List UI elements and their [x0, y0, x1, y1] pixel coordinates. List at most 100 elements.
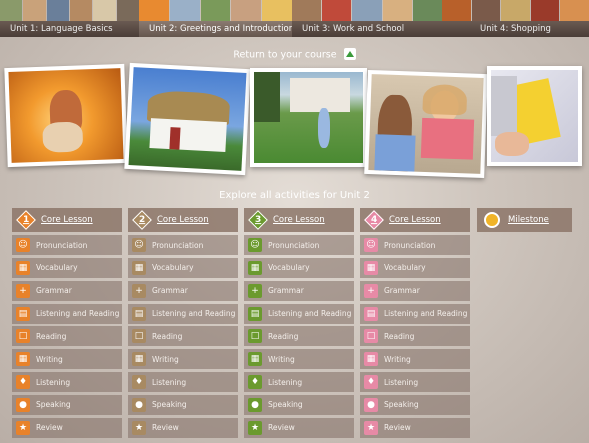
tab-unit-4[interactable]: Unit 4: Shopping	[442, 0, 589, 37]
activity-label: Speaking	[384, 400, 419, 410]
lesson-number-icon: 2	[132, 210, 152, 230]
activity-item[interactable]: ▤ Listening and Reading	[244, 303, 354, 324]
activity-column-4: 4 Core Lesson ☺ Pronunciation ▦ Vocabulary + Gr…	[360, 208, 470, 441]
core-lesson-button[interactable]: 4 Core Lesson	[360, 208, 470, 232]
ear-icon: ♦	[132, 375, 146, 390]
lesson-number-icon: 1	[16, 210, 36, 230]
activity-item[interactable]: ▤ Listening and Reading	[128, 303, 238, 324]
page-icon: □	[132, 329, 146, 344]
explore-heading: Explore all activities for Unit 2	[219, 190, 370, 201]
grid-icon: ▦	[248, 260, 262, 275]
activity-label: Grammar	[384, 286, 420, 296]
up-arrow-icon[interactable]	[343, 48, 356, 60]
activity-item[interactable]: □ Reading	[128, 326, 238, 347]
activity-item[interactable]: ☺ Pronunciation	[12, 235, 122, 255]
activity-item[interactable]: ★ Review	[360, 417, 470, 438]
activity-item[interactable]: ▦ Writing	[128, 349, 238, 370]
activity-item[interactable]: ▦ Writing	[12, 349, 122, 370]
photo-thatched-cottage	[124, 62, 251, 176]
core-lesson-button[interactable]: 3 Core Lesson	[244, 208, 354, 232]
page-icon: □	[248, 329, 262, 344]
core-lesson-label: Core Lesson	[157, 215, 209, 225]
activity-label: Pronunciation	[268, 240, 320, 250]
activity-item[interactable]: ▦ Vocabulary	[244, 257, 354, 278]
activity-label: Review	[268, 423, 295, 433]
activity-label: Listening and Reading	[268, 309, 352, 319]
activity-item[interactable]: ▦ Vocabulary	[360, 257, 470, 278]
plus-icon: +	[248, 283, 262, 298]
speech-bubble-icon: ●	[364, 397, 378, 412]
activity-item[interactable]: ● Speaking	[128, 394, 238, 415]
photo-girl-lawn	[250, 68, 367, 167]
activity-item[interactable]: ♦ Listening	[360, 372, 470, 393]
page-icon: □	[16, 329, 30, 344]
activity-label: Reading	[384, 331, 415, 341]
tab-thumbnails	[0, 0, 139, 21]
activity-item[interactable]: ☺ Pronunciation	[244, 235, 354, 255]
activity-item[interactable]: ★ Review	[128, 417, 238, 438]
activity-item[interactable]: ▦ Writing	[244, 349, 354, 370]
activity-column-2: 2 Core Lesson ☺ Pronunciation ▦ Vocabulary + Gr…	[128, 208, 238, 441]
page-icon: □	[364, 329, 378, 344]
activity-item[interactable]: ♦ Listening	[244, 372, 354, 393]
tab-unit-2[interactable]: Unit 2: Greetings and Introductions	[139, 0, 299, 37]
core-lesson-label: Core Lesson	[389, 215, 441, 225]
activity-item[interactable]: ★ Review	[12, 417, 122, 438]
activity-item[interactable]: ▤ Listening and Reading	[12, 303, 122, 324]
activity-label: Review	[384, 423, 411, 433]
grid-icon: ▦	[16, 260, 30, 275]
activity-label: Listening and Reading	[36, 309, 120, 319]
activity-item[interactable]: □ Reading	[12, 326, 122, 347]
star-icon: ★	[132, 420, 146, 435]
activity-item[interactable]: ● Speaking	[12, 394, 122, 415]
activity-label: Review	[152, 423, 179, 433]
milestone-icon	[484, 212, 500, 228]
activity-item[interactable]: ★ Review	[244, 417, 354, 438]
lesson-number: 3	[254, 214, 262, 225]
activity-item[interactable]: ▦ Writing	[360, 349, 470, 370]
ear-icon: ♦	[248, 375, 262, 390]
tab-label: Unit 3: Work and School	[292, 21, 442, 37]
core-lesson-label: Core Lesson	[41, 215, 93, 225]
activity-item[interactable]: + Grammar	[128, 280, 238, 301]
activity-item[interactable]: + Grammar	[244, 280, 354, 301]
photo-mother-daughter	[364, 69, 488, 179]
core-lesson-button[interactable]: 1 Core Lesson	[12, 208, 122, 232]
activity-item[interactable]: ☺ Pronunciation	[128, 235, 238, 255]
plus-icon: +	[16, 283, 30, 298]
unit-tabs: Unit 1: Language Basics Unit 2: Greeting…	[0, 0, 589, 37]
book-icon: ▤	[364, 306, 378, 321]
tab-label: Unit 2: Greetings and Introductions	[139, 21, 299, 37]
activity-item[interactable]: + Grammar	[360, 280, 470, 301]
speech-bubble-icon: ●	[16, 397, 30, 412]
tab-unit-3[interactable]: Unit 3: Work and School	[292, 0, 442, 37]
activity-item[interactable]: ▦ Vocabulary	[128, 257, 238, 278]
activity-label: Review	[36, 423, 63, 433]
activity-label: Grammar	[36, 286, 72, 296]
tab-unit-1[interactable]: Unit 1: Language Basics	[0, 0, 139, 37]
core-lesson-button[interactable]: 2 Core Lesson	[128, 208, 238, 232]
activity-label: Speaking	[268, 400, 303, 410]
activity-item[interactable]: ♦ Listening	[12, 372, 122, 393]
photo-hand-notebook	[487, 66, 582, 166]
activity-item[interactable]: ♦ Listening	[128, 372, 238, 393]
mouth-icon: ☺	[364, 238, 378, 252]
activity-item[interactable]: ● Speaking	[360, 394, 470, 415]
activity-item[interactable]: ▦ Vocabulary	[12, 257, 122, 278]
lesson-number: 4	[370, 214, 378, 225]
star-icon: ★	[16, 420, 30, 435]
activity-label: Vocabulary	[36, 263, 78, 273]
activity-item[interactable]: □ Reading	[360, 326, 470, 347]
activity-item[interactable]: ● Speaking	[244, 394, 354, 415]
activity-label: Grammar	[152, 286, 188, 296]
activity-item[interactable]: ▤ Listening and Reading	[360, 303, 470, 324]
activity-label: Pronunciation	[384, 240, 436, 250]
writing-grid-icon: ▦	[248, 352, 262, 367]
activity-column-3: 3 Core Lesson ☺ Pronunciation ▦ Vocabulary + Gr…	[244, 208, 354, 441]
activity-label: Writing	[152, 354, 179, 364]
activity-item[interactable]: ☺ Pronunciation	[360, 235, 470, 255]
activity-item[interactable]: + Grammar	[12, 280, 122, 301]
return-to-course[interactable]: Return to your course	[0, 48, 589, 61]
activity-item[interactable]: □ Reading	[244, 326, 354, 347]
milestone-button[interactable]: Milestone	[477, 208, 572, 232]
